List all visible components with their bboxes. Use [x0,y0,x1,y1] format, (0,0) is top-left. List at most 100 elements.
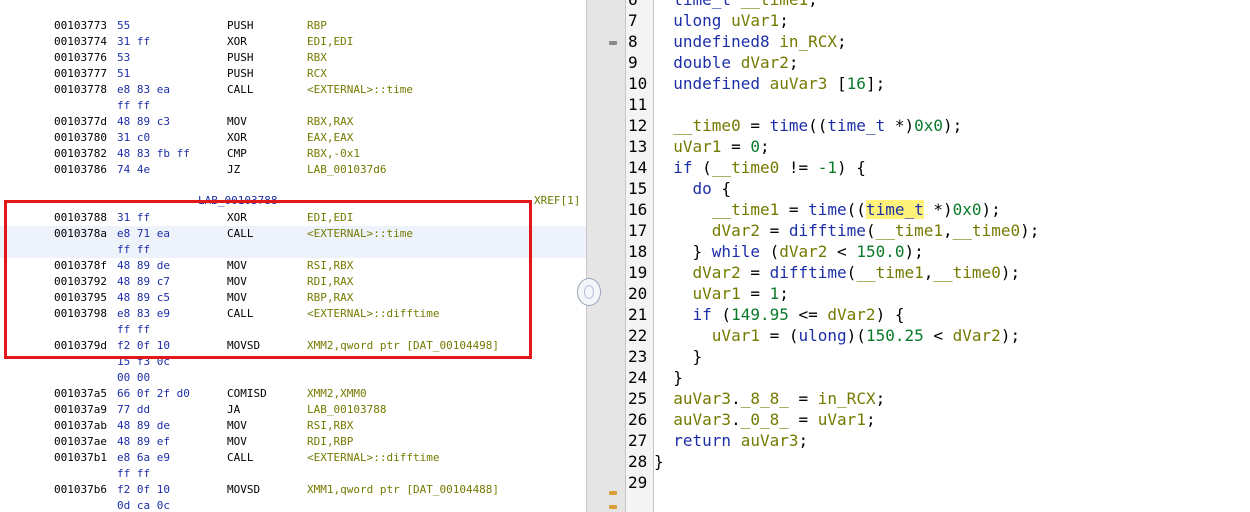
listing-mnemonic: JA [227,403,241,416]
line-number: 22 [628,326,648,345]
line-number: 12 [628,116,648,135]
line-number: 26 [628,410,648,429]
line-number: 19 [628,263,648,282]
line-number: 24 [628,368,648,387]
listing-row[interactable]: 001037a9 77 dd JA LAB_00103788 [0,402,586,418]
line-number: 14 [628,158,648,177]
line-number: 10 [628,74,648,93]
line-number: 11 [628,95,648,114]
decompiler-pane[interactable]: time_t __time1; ulong uVar1; undefined8 … [654,0,1250,512]
listing-row[interactable]: 00103773 55 PUSH RBP [0,18,586,34]
scroll-marker-icon [609,491,617,495]
splitter-grip-icon [609,41,617,45]
listing-row[interactable]: 0d ca 0c [0,498,586,512]
code-line[interactable]: auVar3._8_8_ = in_RCX; [654,388,885,409]
listing-bytes: 53 [117,51,131,64]
line-number: 15 [628,179,648,198]
listing-row[interactable]: ff ff [0,98,586,114]
listing-bytes: e8 6a e9 [117,451,170,464]
code-line[interactable]: __time0 = time((time_t *)0x0); [654,115,962,136]
scroll-marker-icon-2 [609,505,617,509]
code-line[interactable]: if (149.95 <= dVar2) { [654,304,905,325]
listing-mnemonic: CALL [227,83,254,96]
listing-operands[interactable]: RBP [307,18,327,34]
line-number: 20 [628,284,648,303]
listing-row[interactable]: 00103777 51 PUSH RCX [0,66,586,82]
code-line[interactable]: if (__time0 != -1) { [654,157,866,178]
listing-operands[interactable]: RDI,RBP [307,434,353,450]
listing-bytes: e8 83 ea [117,83,170,96]
listing-operands[interactable]: RBX [307,50,327,66]
listing-row[interactable]: 00103782 48 83 fb ff CMP RBX,-0x1 [0,146,586,162]
listing-row[interactable]: 00103776 53 PUSH RBX [0,50,586,66]
line-number: 29 [628,473,648,492]
listing-mnemonic: CMP [227,147,247,160]
listing-operands[interactable]: <EXTERNAL>::time [307,82,413,98]
listing-operands[interactable]: LAB_00103788 [307,402,386,418]
code-line[interactable]: uVar1 = 0; [654,136,769,157]
listing-mnemonic: XOR [227,131,247,144]
code-line[interactable]: double dVar2; [654,52,798,73]
listing-mnemonic: COMISD [227,387,267,400]
code-line[interactable]: undefined8 in_RCX; [654,31,846,52]
listing-operands[interactable]: XMM2,XMM0 [307,386,367,402]
line-number: 25 [628,389,648,408]
listing-operands[interactable]: RSI,RBX [307,418,353,434]
listing-operands[interactable]: RBX,-0x1 [307,146,360,162]
listing-address: 001037ab [54,419,107,432]
listing-address: 00103774 [54,35,107,48]
code-line[interactable]: auVar3._0_8_ = uVar1; [654,409,875,430]
listing-operands[interactable]: RCX [307,66,327,82]
listing-operands[interactable]: EDI,EDI [307,34,353,50]
code-line[interactable]: return auVar3; [654,430,808,451]
code-line[interactable]: } while (dVar2 < 150.0); [654,241,924,262]
annotation-highlight-box [4,200,532,359]
pane-splitter[interactable] [586,0,626,512]
line-number: 16 [628,200,648,219]
code-line[interactable]: time_t __time1; [654,0,818,10]
listing-address: 00103786 [54,163,107,176]
listing-operands[interactable]: <EXTERNAL>::difftime [307,450,439,466]
line-number: 23 [628,347,648,366]
listing-row[interactable]: 00103778 e8 83 ea CALL <EXTERNAL>::time [0,82,586,98]
line-number: 18 [628,242,648,261]
listing-mnemonic: MOVSD [227,483,261,496]
xref-marker[interactable]: XREF[1] [534,193,580,209]
code-line[interactable]: dVar2 = difftime(__time1,__time0); [654,262,1021,283]
line-number: 28 [628,452,648,471]
code-line[interactable]: } [654,346,703,367]
listing-bytes: f2 0f 10 [117,483,170,496]
listing-row[interactable]: 001037ae 48 89 ef MOV RDI,RBP [0,434,586,450]
listing-operands[interactable]: RBX,RAX [307,114,353,130]
code-line[interactable]: __time1 = time((time_t *)0x0); [654,199,1001,220]
code-line[interactable]: uVar1 = (ulong)(150.25 < dVar2); [654,325,1020,346]
line-number: 13 [628,137,648,156]
listing-mnemonic: JZ [227,163,241,176]
listing-operands[interactable]: LAB_001037d6 [307,162,386,178]
line-number: 27 [628,431,648,450]
listing-row[interactable]: 001037a5 66 0f 2f d0 COMISD XMM2,XMM0 [0,386,586,402]
listing-row[interactable]: 001037b1 e8 6a e9 CALL <EXTERNAL>::difftime [0,450,586,466]
listing-row[interactable]: 00103786 74 4e JZ LAB_001037d6 [0,162,586,178]
listing-row[interactable]: 001037ab 48 89 de MOV RSI,RBX [0,418,586,434]
listing-address: 001037a9 [54,403,107,416]
code-line[interactable]: dVar2 = difftime(__time1,__time0); [654,220,1040,241]
listing-row[interactable]: 00103774 31 ff XOR EDI,EDI [0,34,586,50]
listing-operands[interactable]: XMM1,qword ptr [DAT_00104488] [307,482,499,498]
listing-row[interactable]: 0010377d 48 89 c3 MOV RBX,RAX [0,114,586,130]
listing-row[interactable]: 00103780 31 c0 XOR EAX,EAX [0,130,586,146]
line-number: 7 [628,11,638,30]
listing-bytes: 48 89 ef [117,435,170,448]
listing-row[interactable]: 001037b6 f2 0f 10 MOVSD XMM1,qword ptr [DAT… [0,482,586,498]
code-line[interactable]: ulong uVar1; [654,10,789,31]
splitter-handle-knob[interactable] [577,278,601,306]
listing-operands[interactable]: EAX,EAX [307,130,353,146]
code-line[interactable]: } [654,367,683,388]
code-line[interactable]: undefined auVar3 [16]; [654,73,885,94]
listing-row[interactable]: 00 00 [0,370,586,386]
code-line[interactable]: do { [654,178,732,199]
code-line[interactable]: } [654,451,664,472]
listing-row[interactable]: ff ff [0,466,586,482]
line-number: 17 [628,221,648,240]
code-line[interactable]: uVar1 = 1; [654,283,789,304]
